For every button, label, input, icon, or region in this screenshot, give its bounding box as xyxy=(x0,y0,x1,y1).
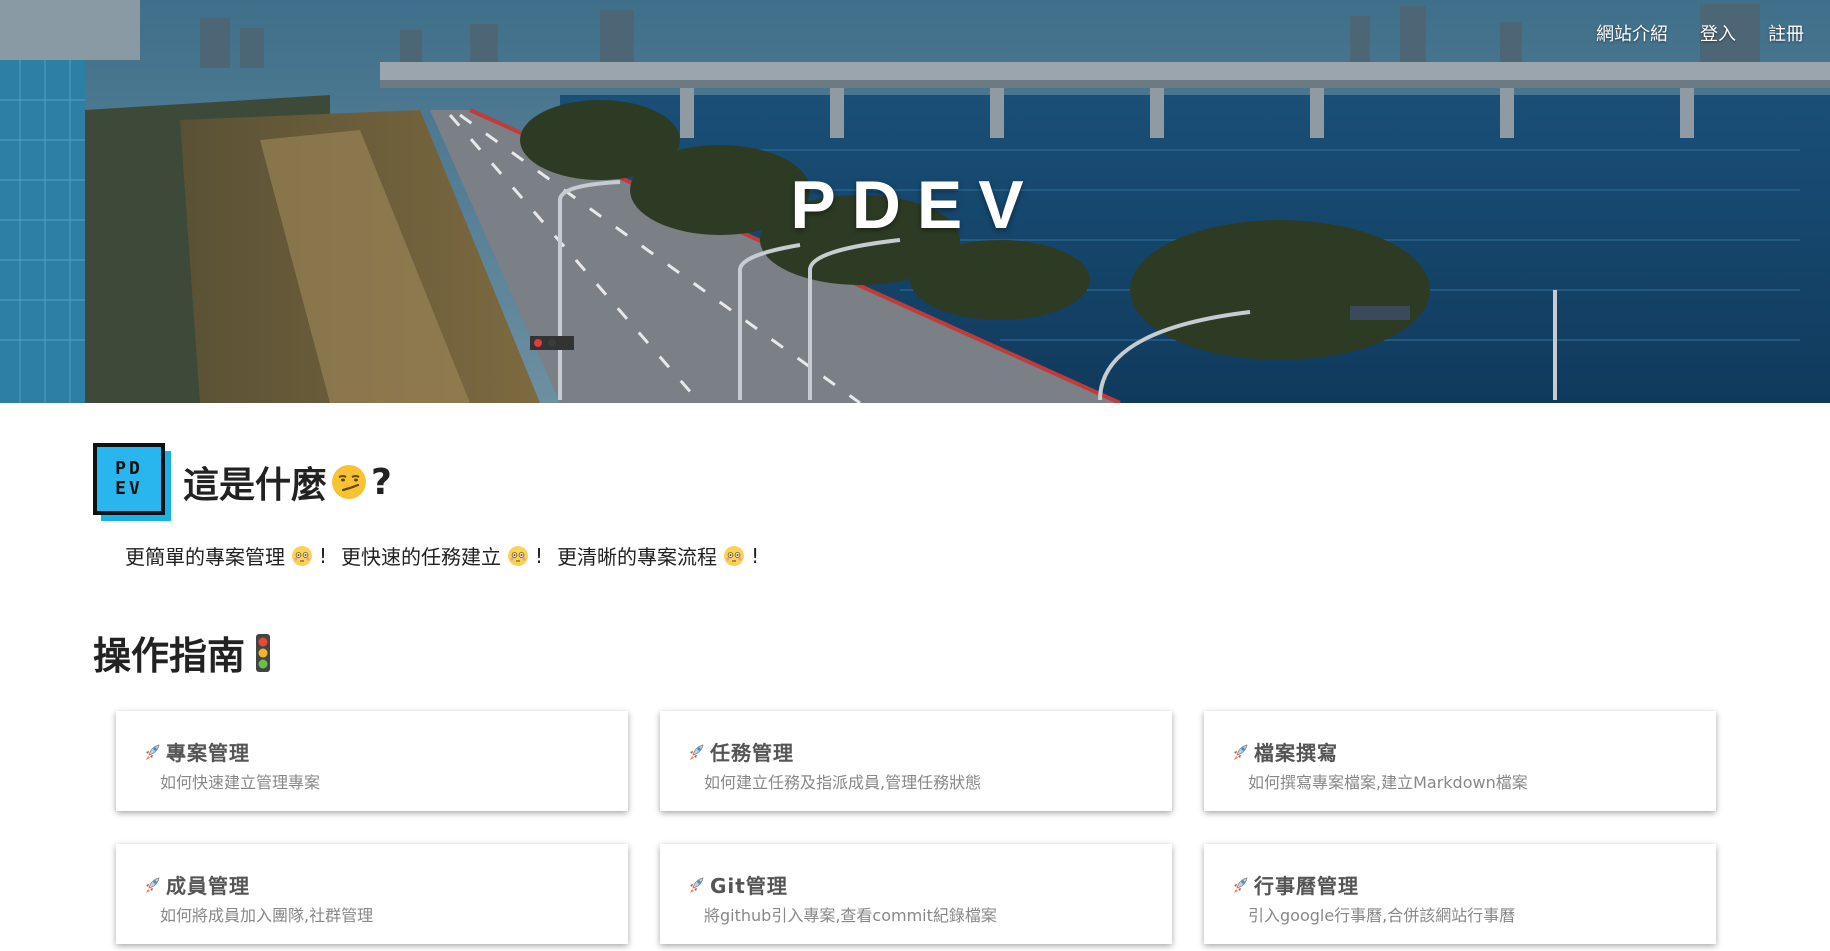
card-description: 將github引入專案,查看commit紀錄檔案 xyxy=(704,906,997,925)
traffic-light-icon xyxy=(256,633,271,672)
smirk-face-icon xyxy=(332,465,367,499)
rocket-icon xyxy=(146,876,160,893)
hero-banner: 網站介紹 登入 註冊 PDEV xyxy=(0,0,1830,403)
guide-card-docs[interactable]: 檔案撰寫 如何撰寫專案檔案,建立Markdown檔案 xyxy=(1204,711,1716,811)
slogan-item: 更簡單的專案管理 ! xyxy=(125,541,327,570)
card-description: 如何快速建立管理專案 xyxy=(160,773,321,792)
logo-line-2: EV xyxy=(115,478,143,499)
about-title-suffix: ? xyxy=(371,461,392,503)
main-content: PD EV 這是什麼 ? 更簡單的專案管理 ! 更快速的任務建立 ! 更清晰的專… xyxy=(0,403,1830,951)
card-description: 如何撰寫專案檔案,建立Markdown檔案 xyxy=(1248,773,1528,792)
slogan-text: 更快速的任務建立 xyxy=(341,545,502,569)
rocket-icon xyxy=(690,743,704,760)
guide-card-members[interactable]: 成員管理 如何將成員加入團隊,社群管理 xyxy=(116,844,628,944)
card-title: 任務管理 xyxy=(686,737,794,766)
guide-card-calendar[interactable]: 行事曆管理 引入google行事曆,合併該網站行事曆 xyxy=(1204,844,1716,944)
card-title-text: 行事曆管理 xyxy=(1254,874,1359,898)
card-title: 專案管理 xyxy=(142,737,250,766)
slogan-text: 更簡單的專案管理 xyxy=(125,545,285,569)
rocket-icon xyxy=(690,876,704,893)
card-description: 引入google行事曆,合併該網站行事曆 xyxy=(1248,906,1516,925)
card-title-text: 檔案撰寫 xyxy=(1254,741,1338,765)
flushed-face-icon xyxy=(292,545,312,566)
slogan-end: ! xyxy=(751,543,760,568)
nav-link-login[interactable]: 登入 xyxy=(1700,20,1736,46)
about-title-text: 這是什麼 xyxy=(183,465,328,506)
card-description: 如何建立任務及指派成員,管理任務狀態 xyxy=(704,773,982,792)
card-title-text: 專案管理 xyxy=(166,741,250,765)
guide-title: 操作指南 xyxy=(93,625,271,680)
guide-card-project[interactable]: 專案管理 如何快速建立管理專案 xyxy=(116,711,628,811)
slogan-item: 更清晰的專案流程 ! xyxy=(557,541,759,570)
about-title: 這是什麼 ? xyxy=(183,456,392,508)
card-title-text: 任務管理 xyxy=(710,741,794,765)
logo-line-1: PD xyxy=(115,458,143,479)
card-description: 如何將成員加入團隊,社群管理 xyxy=(160,906,374,925)
pdev-logo: PD EV xyxy=(93,443,171,521)
guide-title-text: 操作指南 xyxy=(93,634,246,678)
guide-card-task[interactable]: 任務管理 如何建立任務及指派成員,管理任務狀態 xyxy=(660,711,1172,811)
slogan-end: ! xyxy=(319,543,328,568)
flushed-face-icon xyxy=(724,545,745,566)
nav-link-register[interactable]: 註冊 xyxy=(1768,20,1804,46)
slogan-line: 更簡單的專案管理 ! 更快速的任務建立 ! 更清晰的專案流程 ! xyxy=(125,541,759,570)
rocket-icon xyxy=(1234,876,1248,893)
slogan-text: 更清晰的專案流程 xyxy=(557,545,718,569)
rocket-icon xyxy=(1234,743,1248,760)
nav-link-about[interactable]: 網站介紹 xyxy=(1596,20,1668,46)
slogan-end: ! xyxy=(535,543,544,568)
card-title: 行事曆管理 xyxy=(1230,870,1359,899)
slogan-item: 更快速的任務建立 ! xyxy=(341,541,543,570)
card-title: Git管理 xyxy=(686,870,788,899)
hero-title: PDEV xyxy=(790,167,1040,243)
rocket-icon xyxy=(146,743,160,760)
logo-face: PD EV xyxy=(93,443,165,515)
card-title-text: 成員管理 xyxy=(166,874,250,898)
about-header: PD EV 這是什麼 ? xyxy=(93,443,392,521)
guide-card-git[interactable]: Git管理 將github引入專案,查看commit紀錄檔案 xyxy=(660,844,1172,944)
card-title: 成員管理 xyxy=(142,870,250,899)
flushed-face-icon xyxy=(508,545,529,566)
card-title-text: Git管理 xyxy=(710,874,788,898)
card-title: 檔案撰寫 xyxy=(1230,737,1338,766)
top-navigation: 網站介紹 登入 註冊 xyxy=(1596,20,1804,46)
